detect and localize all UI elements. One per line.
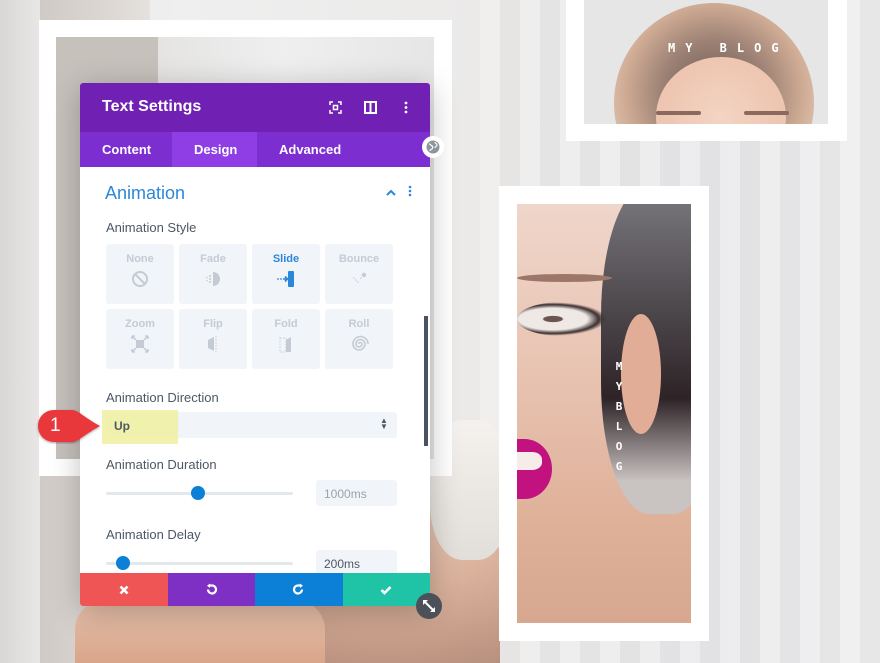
background-hand [75,600,325,663]
style-option-flip[interactable]: Flip [179,309,247,369]
photo-ear [621,314,661,434]
undo-icon [206,583,217,595]
style-option-label: Fade [200,253,226,265]
photo-bottom-right: M Y B L O G [517,204,691,623]
style-option-label: Fold [274,318,298,330]
blog-letter: O [615,440,623,453]
blog-letter: G [615,460,623,473]
tab-advanced[interactable]: Advanced [257,132,363,167]
animation-duration-slider-thumb[interactable] [190,486,205,500]
focus-icon[interactable] [327,98,344,116]
split-view-icon[interactable] [362,98,379,116]
flip-icon [208,336,217,352]
modal-scrollbar[interactable] [424,316,428,446]
style-option-slide[interactable]: Slide [252,244,320,304]
blog-letter: M [615,360,623,373]
style-option-bounce[interactable]: Bounce [325,244,393,304]
select-arrows-icon: ▲ ▼ [380,416,388,431]
none-icon [132,271,148,287]
style-option-fade[interactable]: Fade [179,244,247,304]
blog-title-horizontal: MY BLOG [668,41,789,55]
photo-brow [656,111,701,115]
style-option-zoom[interactable]: Zoom [106,309,174,369]
style-option-label: Zoom [125,318,155,330]
globe-icon[interactable] [422,136,444,158]
modal-header[interactable]: Text Settings [80,83,430,132]
text-settings-modal: Text Settings Content Design Advanced An… [80,83,444,606]
animation-delay-slider-thumb[interactable] [115,556,130,570]
framed-photo-top-right: MY BLOG [566,0,847,141]
more-options-icon[interactable] [397,98,414,116]
more-options-icon[interactable] [408,184,412,200]
blog-letter: L [615,420,623,433]
photo-eye [517,302,607,336]
tab-content[interactable]: Content [80,132,172,167]
section-title-animation[interactable]: Animation [105,183,185,204]
animation-direction-label: Animation Direction [106,390,219,405]
resize-icon [423,600,435,612]
style-option-fold[interactable]: Fold [252,309,320,369]
animation-delay-label: Animation Delay [106,527,201,542]
style-option-roll[interactable]: Roll [325,309,393,369]
redo-icon [293,583,304,595]
animation-direction-value: Up [114,419,130,433]
annotation-number: 1 [50,415,61,436]
style-option-label: Flip [203,318,223,330]
animation-style-label: Animation Style [106,220,197,235]
tab-design[interactable]: Design [172,132,257,167]
photo-brow [744,111,789,115]
undo-button[interactable] [167,573,255,606]
modal-title: Text Settings [102,98,202,115]
style-option-label: Roll [348,318,370,330]
check-icon [380,585,392,595]
fade-icon [206,272,220,286]
photo-brow [517,274,612,282]
annotation-marker [38,410,100,442]
blog-title-vertical: M Y B L O G [613,357,625,477]
photo-teeth [517,452,542,470]
modal-footer [80,573,430,606]
bounce-icon [353,272,367,283]
animation-style-grid: None Fade Slide Bounce Zoom Flip Fold Ro… [106,244,393,369]
animation-duration-label: Animation Duration [106,457,217,472]
fold-icon [279,337,291,353]
animation-duration-input[interactable]: 1000ms [316,480,397,506]
zoom-icon [131,335,149,353]
slide-icon [277,271,294,287]
blog-letter: Y [615,380,623,393]
roll-icon [352,335,369,351]
chevron-up-icon[interactable] [386,184,396,200]
framed-photo-bottom-right: M Y B L O G [499,186,709,641]
close-icon [119,585,129,594]
resize-handle[interactable] [416,593,442,619]
style-option-label: Slide [272,253,300,265]
style-option-label: None [126,253,154,265]
style-option-label: Bounce [338,253,380,265]
blog-letter: B [615,400,623,413]
style-option-none[interactable]: None [106,244,174,304]
redo-button[interactable] [255,573,343,606]
photo-top-right: MY BLOG [584,0,828,124]
discard-button[interactable] [80,573,168,606]
animation-delay-slider[interactable] [106,562,293,565]
modal-body: Animation Animation Style None Fade Slid… [80,167,430,578]
modal-tabs: Content Design Advanced [80,132,430,167]
